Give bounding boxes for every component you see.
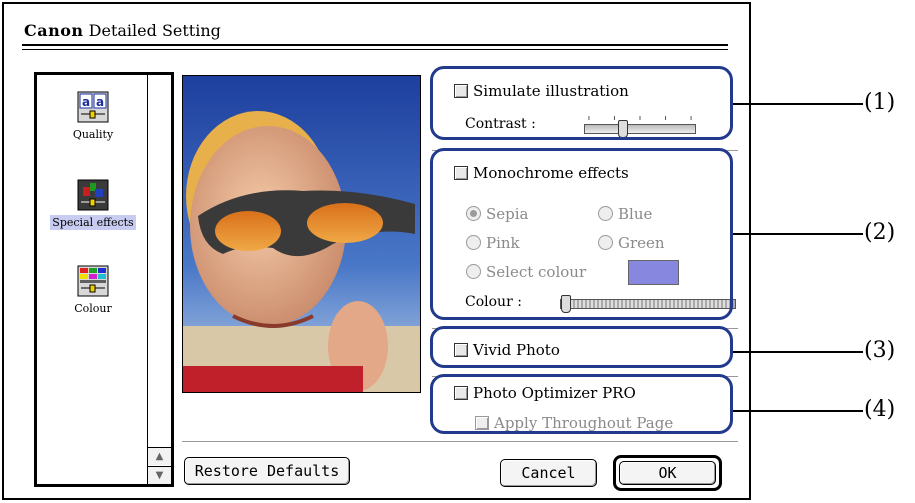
scroll-up-arrow-icon[interactable]: ▲ bbox=[148, 447, 171, 465]
callout-leader-3 bbox=[733, 351, 863, 353]
nav-label-quality: Quality bbox=[72, 128, 114, 141]
cancel-button[interactable]: Cancel bbox=[500, 459, 597, 487]
title-divider-thin bbox=[22, 49, 728, 50]
nav-item-quality[interactable]: a a Quality bbox=[37, 91, 149, 142]
callout-label-1: (1) bbox=[864, 90, 896, 115]
nav-label-colour: Colour bbox=[74, 302, 112, 315]
callout-box-3 bbox=[430, 326, 733, 368]
callout-label-3: (3) bbox=[864, 338, 896, 363]
title-divider bbox=[22, 44, 728, 46]
colour-icon bbox=[77, 265, 109, 297]
nav-item-colour[interactable]: Colour bbox=[37, 265, 149, 316]
window-title-text: Detailed Setting bbox=[88, 21, 221, 40]
quality-icon: a a bbox=[77, 91, 109, 123]
callout-leader-2 bbox=[733, 233, 863, 235]
callout-leader-1 bbox=[733, 103, 863, 105]
svg-text:a: a bbox=[82, 95, 90, 109]
preview-photo bbox=[182, 75, 421, 393]
special-effects-icon bbox=[77, 179, 109, 211]
callout-label-4: (4) bbox=[864, 397, 896, 422]
window-title: Canon Detailed Setting bbox=[24, 21, 221, 40]
ok-button-default-ring: OK bbox=[613, 455, 722, 491]
category-list-content: a a Quality Special effects Colour bbox=[37, 75, 147, 484]
scroll-down-arrow-icon[interactable]: ▼ bbox=[148, 466, 171, 484]
category-list-scrollbar[interactable]: ▲ ▼ bbox=[147, 75, 171, 484]
callout-leader-4 bbox=[733, 410, 863, 412]
callout-box-4 bbox=[430, 374, 733, 434]
callout-label-2: (2) bbox=[864, 220, 896, 245]
canon-brand: Canon bbox=[24, 21, 84, 40]
ok-button[interactable]: OK bbox=[619, 461, 716, 485]
nav-label-special-effects: Special effects bbox=[50, 215, 136, 230]
svg-text:a: a bbox=[96, 95, 104, 109]
nav-item-special-effects[interactable]: Special effects bbox=[37, 179, 149, 230]
footer-divider bbox=[182, 441, 738, 442]
preview-photo-image bbox=[183, 76, 420, 392]
callout-box-2 bbox=[430, 148, 733, 320]
callout-box-1 bbox=[430, 66, 733, 140]
restore-defaults-button[interactable]: Restore Defaults bbox=[184, 457, 350, 485]
settings-category-list[interactable]: a a Quality Special effects Colour ▲ ▼ bbox=[34, 72, 174, 487]
